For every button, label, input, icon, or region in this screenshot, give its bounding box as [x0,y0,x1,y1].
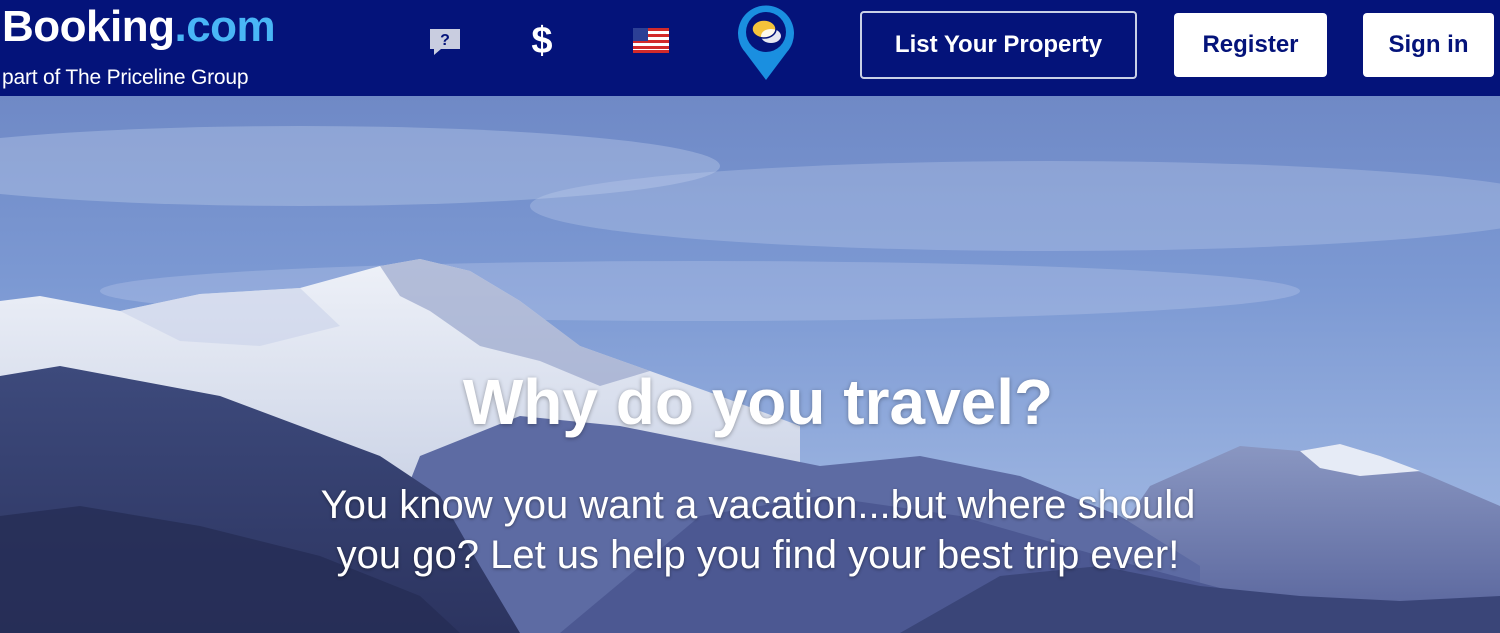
register-button[interactable]: Register [1174,13,1327,77]
help-question-icon[interactable]: ? [427,27,463,57]
currency-dollar-icon[interactable]: $ [527,18,557,64]
hero-subtitle: You know you want a vacation...but where… [320,483,1196,577]
list-your-property-button[interactable]: List Your Property [860,11,1137,79]
hero-banner: Why do you travel? You know you want a v… [0,96,1500,633]
us-flag-icon[interactable] [633,28,669,53]
logo-wordmark: Booking.com [2,0,276,54]
svg-text:?: ? [440,32,450,49]
hero-title: Why do you travel? [462,366,1054,438]
booking-logo[interactable]: Booking.com [2,0,276,54]
chat-pin-icon[interactable] [731,0,801,82]
logo-brand: Booking [2,2,175,51]
sign-in-button[interactable]: Sign in [1363,13,1494,77]
top-header: Booking.com part of The Priceline Group … [0,0,1500,96]
tagline: part of The Priceline Group [2,66,249,89]
logo-tld: .com [174,2,276,51]
